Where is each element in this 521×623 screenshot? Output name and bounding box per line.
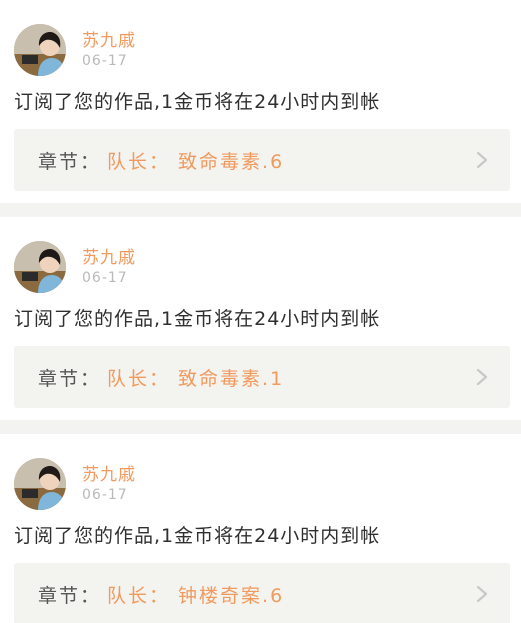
notification-item: 苏九戚 06-17 订阅了您的作品,1金币将在24小时内到帐 章节： 队长： 钟… — [0, 434, 521, 623]
chevron-right-icon — [474, 150, 490, 170]
chapter-title: 队长： 致命毒素.6 — [107, 150, 285, 173]
subscription-message: 订阅了您的作品,1金币将在24小时内到帐 — [14, 525, 381, 547]
author-name[interactable]: 苏九戚 — [82, 247, 136, 269]
avatar[interactable] — [14, 24, 66, 76]
chevron-right-icon — [474, 367, 490, 387]
author-meta: 苏九戚 06-17 — [82, 30, 136, 70]
author-meta: 苏九戚 06-17 — [82, 247, 136, 287]
author-name[interactable]: 苏九戚 — [82, 30, 136, 52]
chapter-title: 队长： 致命毒素.1 — [107, 367, 285, 390]
post-date: 06-17 — [82, 53, 128, 69]
chapter-prefix: 章节： — [38, 150, 102, 173]
chapter-title: 队长： 钟楼奇案.6 — [107, 584, 285, 607]
author-row: 苏九戚 06-17 — [14, 241, 509, 293]
notification-item: 苏九戚 06-17 订阅了您的作品,1金币将在24小时内到帐 章节： 队长： 致… — [0, 0, 521, 203]
chapter-prefix: 章节： — [38, 367, 102, 390]
chapter-prefix: 章节： — [38, 584, 102, 607]
avatar[interactable] — [14, 241, 66, 293]
chevron-right-icon — [474, 584, 490, 604]
notification-item: 苏九戚 06-17 订阅了您的作品,1金币将在24小时内到帐 章节： 队长： 致… — [0, 217, 521, 420]
author-row: 苏九戚 06-17 — [14, 458, 509, 510]
author-meta: 苏九戚 06-17 — [82, 464, 136, 504]
notification-feed: 苏九戚 06-17 订阅了您的作品,1金币将在24小时内到帐 章节： 队长： 致… — [0, 0, 521, 623]
author-row: 苏九戚 06-17 — [14, 24, 509, 76]
chapter-link[interactable]: 章节： 队长： 致命毒素.1 — [14, 346, 510, 408]
post-date: 06-17 — [82, 270, 128, 286]
avatar[interactable] — [14, 458, 66, 510]
subscription-message: 订阅了您的作品,1金币将在24小时内到帐 — [14, 308, 381, 330]
subscription-message: 订阅了您的作品,1金币将在24小时内到帐 — [14, 91, 381, 113]
chapter-link[interactable]: 章节： 队长： 致命毒素.6 — [14, 129, 510, 191]
author-name[interactable]: 苏九戚 — [82, 464, 136, 486]
post-date: 06-17 — [82, 487, 128, 503]
chapter-link[interactable]: 章节： 队长： 钟楼奇案.6 — [14, 563, 510, 623]
